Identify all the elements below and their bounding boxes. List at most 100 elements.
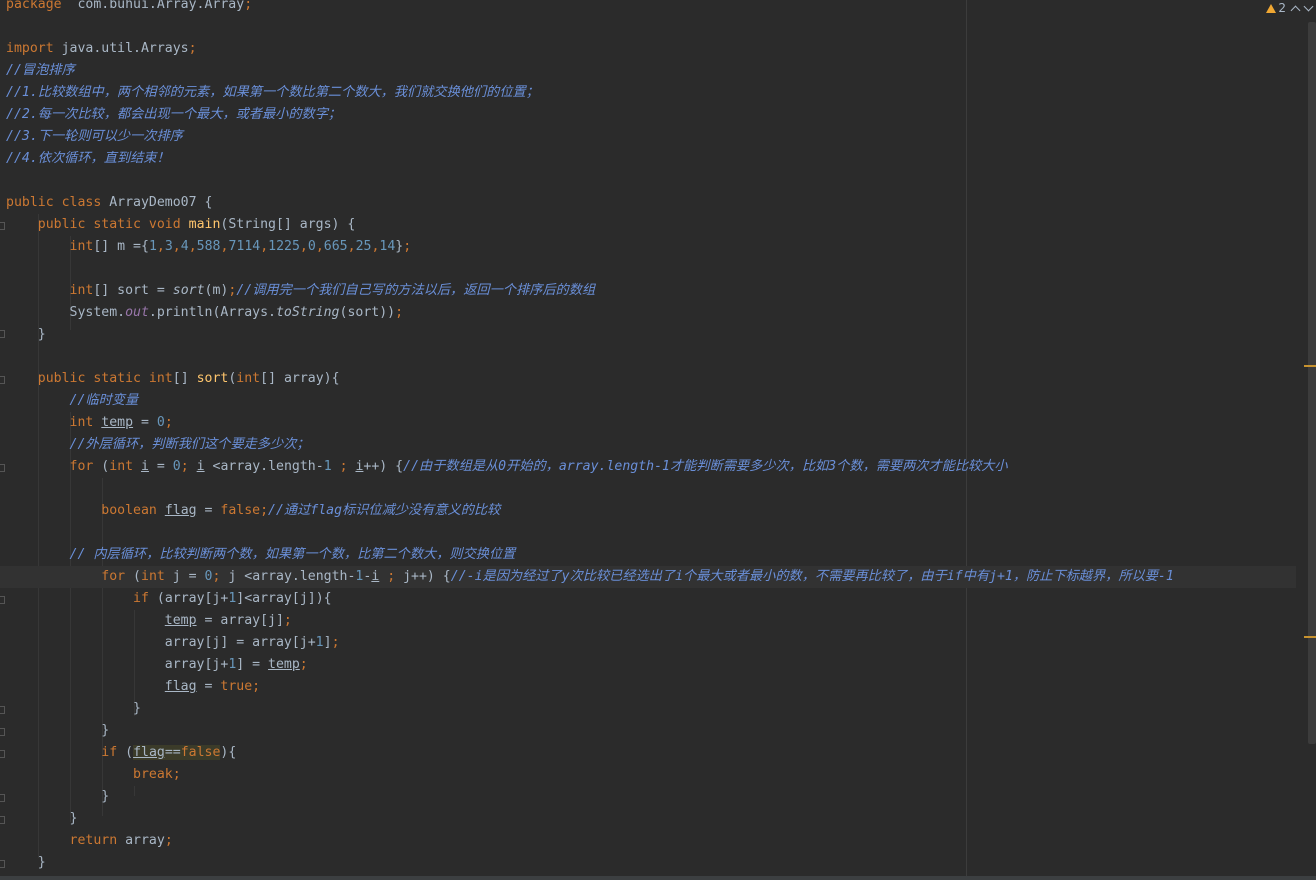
- code-line[interactable]: array[j] = array[j+1];: [6, 632, 1296, 654]
- code-token: //调用完一个我们自己写的方法以后，返回一个排序后的数组: [236, 283, 596, 298]
- code-line[interactable]: return array;: [6, 830, 1296, 852]
- code-token: //由于数组是从0开始的，array.length-1才能判断需要多少次，比如3…: [403, 459, 1008, 474]
- code-line[interactable]: boolean flag = false;//通过flag标识位减少没有意义的比…: [6, 500, 1296, 522]
- code-token: =: [196, 679, 221, 694]
- code-line[interactable]: package com.buhui.Array.Array;: [6, 0, 1296, 16]
- code-line[interactable]: }: [6, 698, 1296, 720]
- code-token: ,: [188, 239, 197, 254]
- code-line[interactable]: break;: [6, 764, 1296, 786]
- code-line[interactable]: //4.依次循环，直到结束！: [6, 148, 1296, 170]
- fold-marker-icon[interactable]: [0, 860, 5, 868]
- horizontal-scrollbar[interactable]: [0, 876, 1316, 880]
- code-line[interactable]: public class ArrayDemo07 {: [6, 192, 1296, 214]
- warning-indicator[interactable]: 2: [1266, 1, 1286, 15]
- code-line[interactable]: array[j+1] = temp;: [6, 654, 1296, 676]
- code-line[interactable]: public static void main(String[] args) {: [6, 214, 1296, 236]
- code-line[interactable]: for (int i = 0; i <array.length-1 ; i++)…: [6, 456, 1296, 478]
- code-line[interactable]: flag = true;: [6, 676, 1296, 698]
- code-token: sort: [196, 371, 229, 386]
- inspection-widget[interactable]: 2: [1266, 0, 1314, 16]
- code-line[interactable]: }: [6, 852, 1296, 874]
- code-line[interactable]: //2.每一次比较，都会出现一个最大，或者最小的数字；: [6, 104, 1296, 126]
- code-token: ,: [315, 239, 324, 254]
- code-token: flag: [164, 679, 197, 694]
- code-line[interactable]: ​: [6, 478, 1296, 500]
- code-line[interactable]: ​: [6, 16, 1296, 38]
- code-token: i: [141, 459, 149, 474]
- code-line[interactable]: ​: [6, 170, 1296, 192]
- code-token: 588: [196, 239, 221, 254]
- code-token: .println(Arrays.: [148, 305, 276, 320]
- code-line[interactable]: ​: [6, 522, 1296, 544]
- code-token: flag: [133, 745, 165, 760]
- code-token: ;: [244, 0, 253, 12]
- code-token: }: [6, 723, 110, 738]
- code-line[interactable]: public static int[] sort(int[] array){: [6, 368, 1296, 390]
- warning-stripe[interactable]: [1304, 365, 1316, 367]
- code-line[interactable]: if (flag==false){: [6, 742, 1296, 764]
- code-token: ]<array[j]){: [236, 591, 332, 606]
- code-line[interactable]: //3.下一轮则可以少一次排序: [6, 126, 1296, 148]
- next-highlight-icon[interactable]: [1303, 1, 1314, 11]
- code-line[interactable]: int[] sort = sort(m);//调用完一个我们自己写的方法以后，返…: [6, 280, 1296, 302]
- code-token: ,: [156, 239, 165, 254]
- code-token: // 内层循环，比较判断两个数，如果第一个数，比第二个数大，则交换位置: [69, 547, 516, 562]
- fold-marker-icon[interactable]: [0, 596, 5, 604]
- code-line[interactable]: //外层循环，判断我们这个要走多少次；: [6, 434, 1296, 456]
- code-token: System.: [6, 305, 126, 320]
- code-line[interactable]: //冒泡排序: [6, 60, 1296, 82]
- code-token: ;: [164, 833, 173, 848]
- code-line[interactable]: }: [6, 808, 1296, 830]
- code-token: import: [6, 41, 54, 56]
- code-token: int: [69, 415, 102, 430]
- code-line[interactable]: }: [6, 720, 1296, 742]
- code-line[interactable]: //1.比较数组中，两个相邻的元素，如果第一个数比第二个数大，我们就交换他们的位…: [6, 82, 1296, 104]
- code-line[interactable]: int[] m ={1,3,4,588,7114,1225,0,665,25,1…: [6, 236, 1296, 258]
- code-token: int: [236, 371, 261, 386]
- fold-marker-icon[interactable]: [0, 330, 5, 338]
- code-token: array[j] = array[j+: [6, 635, 316, 650]
- code-token: ++) {: [363, 459, 404, 474]
- code-line[interactable]: }: [6, 324, 1296, 346]
- code-line[interactable]: ​: [6, 346, 1296, 368]
- code-line[interactable]: for (int j = 0; j <array.length-1-i ; j+…: [0, 566, 1296, 588]
- code-line[interactable]: ​: [6, 258, 1296, 280]
- code-token: ;: [212, 569, 229, 584]
- code-line[interactable]: int temp = 0;: [6, 412, 1296, 434]
- code-line[interactable]: import java.util.Arrays;: [6, 38, 1296, 60]
- code-line[interactable]: // 内层循环，比较判断两个数，如果第一个数，比第二个数大，则交换位置: [6, 544, 1296, 566]
- code-token: flag: [164, 503, 197, 518]
- code-token: out: [125, 305, 149, 320]
- code-line[interactable]: }: [6, 786, 1296, 808]
- code-line[interactable]: temp = array[j];: [6, 610, 1296, 632]
- warning-stripe[interactable]: [1304, 636, 1316, 638]
- fold-marker-icon[interactable]: [0, 750, 5, 758]
- code-line[interactable]: //临时变量: [6, 390, 1296, 412]
- code-token: []: [172, 371, 197, 386]
- fold-marker-icon[interactable]: [0, 376, 5, 384]
- fold-marker-icon[interactable]: [0, 816, 5, 824]
- fold-marker-icon[interactable]: [0, 794, 5, 802]
- code-token: ArrayDemo07 {: [109, 195, 213, 210]
- code-token: [] sort =: [93, 283, 173, 298]
- code-token: ;: [395, 305, 404, 320]
- fold-marker-icon[interactable]: [0, 728, 5, 736]
- fold-marker-icon[interactable]: [0, 706, 5, 714]
- code-token: 665: [323, 239, 348, 254]
- code-token: j <array.length-: [228, 569, 356, 584]
- code-line[interactable]: if (array[j+1]<array[j]){: [6, 588, 1296, 610]
- fold-marker-icon[interactable]: [0, 464, 5, 472]
- code-token: }: [6, 701, 141, 716]
- code-token: <array.length-: [204, 459, 324, 474]
- previous-highlight-icon[interactable]: [1290, 5, 1301, 15]
- code-line[interactable]: System.out.println(Arrays.toString(sort)…: [6, 302, 1296, 324]
- code-area[interactable]: package com.buhui.Array.Array;​import ja…: [0, 0, 1296, 874]
- fold-marker-icon[interactable]: [0, 222, 5, 230]
- code-token: if: [133, 591, 157, 606]
- code-editor[interactable]: package com.buhui.Array.Array;​import ja…: [0, 0, 1316, 880]
